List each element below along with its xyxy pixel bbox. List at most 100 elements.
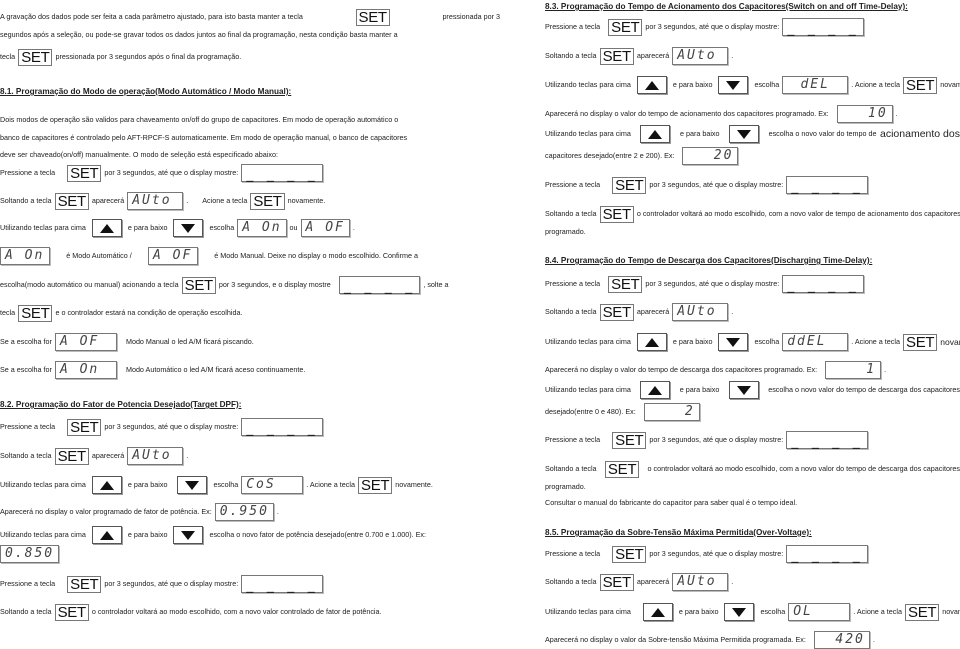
down-key <box>728 381 759 399</box>
text: aparecerá <box>91 196 125 205</box>
display-auto: AUto <box>127 192 184 210</box>
intro-line-2: segundos após a seleção, ou pode-se grav… <box>0 26 398 44</box>
display-auto: AUto <box>672 303 729 321</box>
text: Soltando a tecla <box>545 209 597 218</box>
set-key: SET <box>67 164 102 182</box>
text: novamente. <box>395 480 433 489</box>
down-key <box>177 476 208 494</box>
down-arrow-icon <box>181 223 196 233</box>
text: programado. <box>545 482 586 491</box>
set-key: SET <box>902 333 938 351</box>
set-key: SET <box>902 76 938 94</box>
display-aof: A OF <box>300 219 350 237</box>
text: . <box>731 307 734 316</box>
text: escolha <box>760 607 786 616</box>
up-arrow-icon <box>650 607 665 617</box>
up-key <box>91 476 122 494</box>
text: novamente. <box>942 607 960 616</box>
shows-value-line: Aparecerá no display o valor do tempo de… <box>545 361 886 379</box>
text: . Acione a tecla <box>851 80 900 89</box>
choose-value-line: Utilizando teclas para cima e para baixo… <box>545 125 960 143</box>
text: tecla <box>0 52 16 61</box>
display-blank: _ _ _ _ <box>782 275 864 293</box>
up-key <box>636 333 667 351</box>
up-key <box>640 125 671 143</box>
text: por 3 segundos, até que o display mostre… <box>649 549 784 558</box>
text: , solte a <box>423 280 449 289</box>
set-key: SET <box>599 205 634 223</box>
set-key: SET <box>599 303 634 321</box>
arrows-line: Utilizando teclas para cima e para baixo… <box>0 476 433 494</box>
set-key: SET <box>612 176 647 194</box>
set-key: SET <box>67 418 102 436</box>
down-arrow-icon <box>732 607 747 617</box>
text: e para baixo <box>678 607 719 616</box>
text: escolha <box>754 80 780 89</box>
text: Utilizando teclas para cima <box>545 607 631 616</box>
display-blank: _ _ _ _ <box>241 575 323 593</box>
text: e para baixo <box>672 80 713 89</box>
text: o controlador voltará ao modo escolhido,… <box>647 464 960 473</box>
text: . <box>884 365 887 374</box>
heading: 8.3. Programação do Tempo de Acionamento… <box>545 2 908 11</box>
display-aof: A OF <box>54 333 117 351</box>
press-set-line: Pressione a tecla SET por 3 segundos, at… <box>0 575 326 593</box>
text: por 3 segundos, até que o display mostre… <box>104 422 239 431</box>
down-arrow-icon <box>726 80 741 90</box>
section-heading-8-4: 8.4. Programação do Tempo de Descarga do… <box>545 252 872 270</box>
up-arrow-icon <box>99 223 114 233</box>
text: Soltando a tecla <box>545 577 597 586</box>
text: Utilizando teclas para cima <box>0 530 86 539</box>
text: capacitores desejado(entre 2 e 200). Ex: <box>545 151 675 160</box>
display-ddel-new: 2 <box>643 403 700 421</box>
press-set-line: Pressione a tecla SET por 3 segundos, at… <box>545 545 871 563</box>
paragraph-line: deve ser chaveado(on/off) manualmente. O… <box>0 146 278 164</box>
press-set-line: Pressione a tecla SET por 3 segundos, at… <box>545 176 871 194</box>
text: escolha(modo automático ou manual) acion… <box>0 280 179 289</box>
text: Pressione a tecla <box>545 549 601 558</box>
text: . <box>872 635 875 644</box>
set-key: SET <box>612 431 647 449</box>
text: . Acione a tecla <box>853 607 902 616</box>
release-set-line: Soltando a tecla SET aparecerá AUto . <box>0 447 188 465</box>
press-set-line: Pressione a tecla SET por 3 segundos, at… <box>545 18 867 36</box>
set-key: SET <box>904 603 940 621</box>
text: novamente. <box>940 337 960 347</box>
up-key <box>642 603 673 621</box>
down-arrow-icon <box>185 480 200 490</box>
text: Se a escolha for <box>0 337 52 346</box>
text: Modo Manual o led A/M ficará piscando. <box>125 337 254 346</box>
display-pf-new: 0.850 <box>0 545 60 563</box>
text: Pressione a tecla <box>545 279 601 288</box>
text: . <box>186 196 189 205</box>
text: novamente. <box>940 80 960 89</box>
text: por 3 segundos, até que o display mostre… <box>104 579 239 588</box>
shows-value-line: Aparecerá no display o valor da Sobre-te… <box>545 631 875 649</box>
release-set-line-2: programado. <box>545 223 586 241</box>
text: . Acione a tecla <box>306 480 355 489</box>
text: por 3 segundos, até que o display mostre… <box>649 180 784 189</box>
text: Se a escolha for <box>0 365 52 374</box>
text: o controlador voltará ao modo escolhido,… <box>91 607 382 616</box>
display-aon: A On <box>54 361 117 379</box>
text: e para baixo <box>672 337 713 346</box>
text: e o controlador estará na condição de op… <box>55 308 243 317</box>
display-del: dEL <box>782 76 849 94</box>
text: acionamento dos <box>880 128 960 140</box>
text: Utilizando teclas para cima <box>545 129 631 138</box>
set-key: SET <box>18 304 53 322</box>
text: e para baixo <box>679 129 720 138</box>
choose-value-line-2: desejado(entre 0 e 480). Ex: 2 <box>545 403 703 421</box>
display-blank: _ _ _ _ <box>782 18 864 36</box>
text: e para baixo <box>127 480 168 489</box>
text: é Modo Manual. Deixe no display o modo e… <box>214 251 418 260</box>
text: aparecerá <box>636 307 670 316</box>
text: Modo Automático o led A/M ficará aceso c… <box>125 365 306 374</box>
set-key: SET <box>604 460 640 478</box>
text: escolha o novo valor do tempo de descarg… <box>768 385 960 394</box>
text: Pressione a tecla <box>545 435 601 444</box>
display-blank: _ _ _ _ <box>338 276 421 294</box>
press-set-line: Pressione a tecla SET por 3 segundos, at… <box>0 164 326 182</box>
arrows-line: Utilizando teclas para cima e para baixo… <box>545 76 960 94</box>
text: desejado(entre 0 e 480). Ex: <box>545 407 636 416</box>
